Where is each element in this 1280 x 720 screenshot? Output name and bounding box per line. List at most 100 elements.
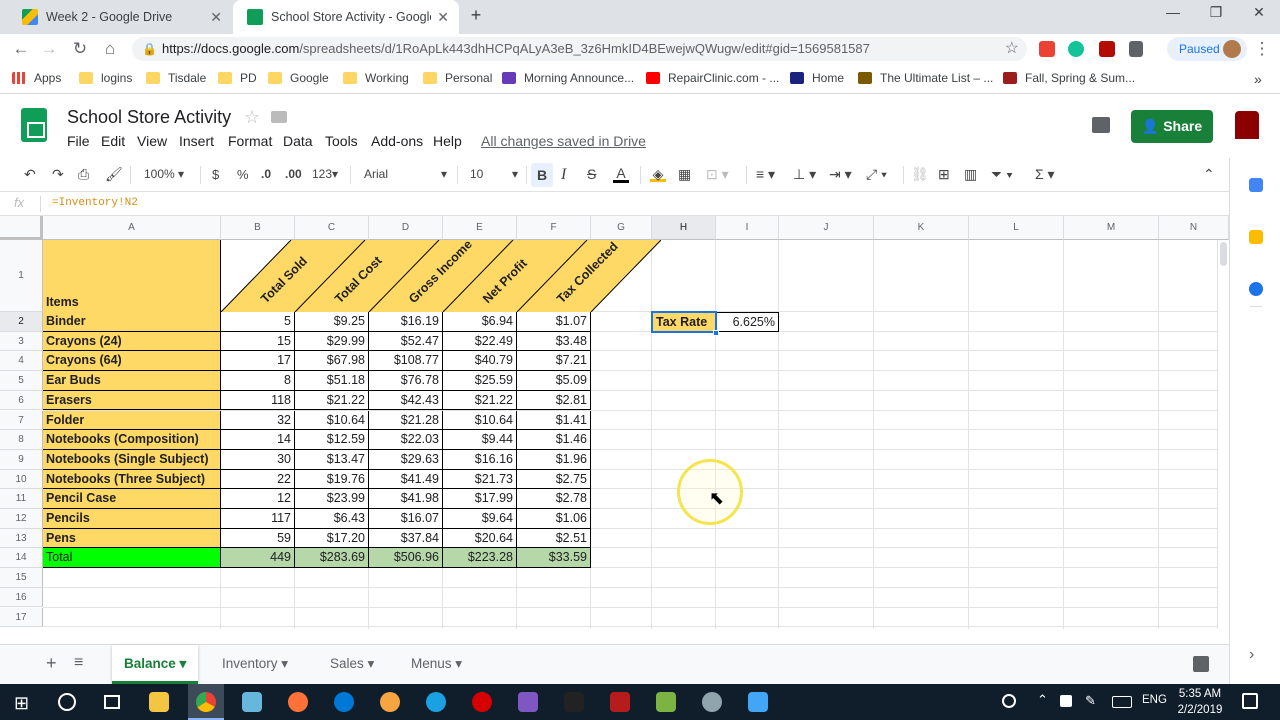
reload-icon[interactable]: ↻ [70,39,90,59]
keep-icon[interactable] [1249,230,1263,244]
row-header-9[interactable]: 9 [0,449,43,470]
bookmark-folder[interactable]: logins [79,71,132,85]
redo-icon[interactable]: ↷ [52,166,64,183]
bookmark-link[interactable]: The Ultimate List – ... [858,71,993,85]
bookmark-apps[interactable]: Apps [12,71,61,85]
item-name-cell[interactable]: Erasers [43,390,221,411]
item-name-cell[interactable]: Crayons (64) [43,351,221,372]
forward-icon[interactable]: → [39,39,59,59]
bookmark-star-icon[interactable]: ☆ [1005,37,1019,61]
row-header-11[interactable]: 11 [0,489,43,509]
windows-start-icon[interactable]: ⊞ [14,693,29,714]
item-profit-cell[interactable]: $21.73 [443,469,517,490]
row-header-17[interactable]: 17 [0,607,43,628]
save-status[interactable]: All changes saved in Drive [481,133,646,149]
bookmark-folder[interactable]: Working [343,71,409,85]
clock[interactable]: 5:35 AM 2/2/2019 [1172,686,1228,718]
vertical-align-icon[interactable]: ⊥ ▾ [793,166,816,183]
item-profit-cell[interactable]: $25.59 [443,371,517,391]
item-tax-cell[interactable]: $1.96 [517,449,591,470]
item-income-cell[interactable]: $22.03 [369,430,443,450]
item-name-cell[interactable]: Pencil Case [43,489,221,509]
app-icon[interactable] [380,692,400,712]
item-income-cell[interactable]: $29.63 [369,449,443,470]
column-header-d[interactable]: D [369,216,443,240]
vertical-scrollbar[interactable] [1217,240,1229,629]
sheets-logo-icon[interactable] [21,108,47,142]
edge-icon[interactable] [334,692,354,712]
app-icon[interactable] [518,692,538,712]
item-sold-cell[interactable]: 17 [221,351,295,372]
spreadsheet-grid[interactable]: ABCDEFGHIJKLMN 1 2 3 4 5 6 7 8 9 10 11 12 13 14 15 16 17… [0,216,1229,629]
item-profit-cell[interactable]: $17.99 [443,489,517,509]
item-income-cell[interactable]: $76.78 [369,371,443,391]
column-header-l[interactable]: L [969,216,1064,240]
item-income-cell[interactable]: $41.49 [369,469,443,490]
item-sold-cell[interactable]: 32 [221,410,295,431]
font-select[interactable]: Arial ▾ [364,167,449,181]
bookmark-folder[interactable]: PD [218,71,257,85]
italic-button[interactable]: I [561,166,566,184]
tasks-icon[interactable] [1249,282,1263,296]
increase-decimal-button[interactable]: .00 [285,167,302,181]
sheet-tab-balance[interactable]: Balance ▾ [112,645,199,684]
all-sheets-icon[interactable]: ≡ [74,654,83,672]
item-tax-cell[interactable]: $1.46 [517,430,591,450]
tray-chevron-icon[interactable]: ⌃ [1037,692,1048,708]
item-income-cell[interactable]: $21.28 [369,410,443,431]
insert-comment-icon[interactable]: ⊞ [938,166,950,183]
item-name-cell[interactable]: Folder [43,410,221,431]
item-sold-cell[interactable]: 59 [221,528,295,549]
item-cost-cell[interactable]: $13.47 [295,449,369,470]
item-cost-cell[interactable]: $17.20 [295,528,369,549]
item-tax-cell[interactable]: $5.09 [517,371,591,391]
opera-icon[interactable] [472,692,492,712]
item-cost-cell[interactable]: $23.99 [295,489,369,509]
item-sold-cell[interactable]: 12 [221,489,295,509]
bookmark-link[interactable]: Home [790,71,844,85]
menu-edit[interactable]: Edit [101,133,125,149]
item-income-cell[interactable]: $16.19 [369,312,443,332]
item-profit-cell[interactable]: $20.64 [443,528,517,549]
column-header-c[interactable]: C [295,216,369,240]
notifications-icon[interactable] [1242,693,1258,709]
calendar-icon[interactable] [1249,178,1263,192]
tax-rate-value-cell[interactable]: 6.625% [716,312,779,332]
column-header-g[interactable]: G [591,216,652,240]
item-income-cell[interactable]: $108.77 [369,351,443,372]
item-profit-cell[interactable]: $10.64 [443,410,517,431]
profile-paused-button[interactable]: Paused [1167,37,1247,61]
bookmark-folder[interactable]: Google [268,71,329,85]
item-cost-cell[interactable]: $9.25 [295,312,369,332]
item-name-cell[interactable]: Pencils [43,509,221,529]
filezilla-icon[interactable] [610,692,630,712]
item-profit-cell[interactable]: $22.49 [443,331,517,352]
item-name-cell[interactable]: Binder [43,312,221,332]
account-avatar[interactable] [1235,111,1259,139]
total-label-cell[interactable]: Total [43,548,221,569]
maximize-icon[interactable]: ❐ [1206,4,1226,21]
grammarly-icon[interactable] [1068,41,1084,57]
item-tax-cell[interactable]: $1.41 [517,410,591,431]
borders-icon[interactable]: ▦ [678,166,691,183]
item-profit-cell[interactable]: $40.79 [443,351,517,372]
insert-chart-icon[interactable]: ▥ [964,166,977,183]
more-bookmarks-icon[interactable]: » [1254,71,1262,87]
text-color-button[interactable]: A [613,166,629,183]
star-icon[interactable]: ☆ [244,107,260,128]
item-profit-cell[interactable]: $21.22 [443,390,517,411]
item-tax-cell[interactable]: $1.07 [517,312,591,332]
bookmark-link[interactable]: Fall, Spring & Sum... [1003,71,1135,85]
insert-link-icon[interactable]: ⛓ [911,166,929,183]
firefox-icon[interactable] [288,692,308,712]
total-income-cell[interactable]: $506.96 [369,548,443,569]
column-header-h[interactable]: H [652,216,716,240]
total-tax-cell[interactable]: $33.59 [517,548,591,569]
move-folder-icon[interactable] [271,111,287,123]
item-cost-cell[interactable]: $51.18 [295,371,369,391]
item-name-cell[interactable]: Notebooks (Single Subject) [43,449,221,470]
column-header-a[interactable]: A [43,216,221,240]
app-icon[interactable] [702,692,722,712]
column-header-j[interactable]: J [779,216,874,240]
row-header-10[interactable]: 10 [0,469,43,490]
